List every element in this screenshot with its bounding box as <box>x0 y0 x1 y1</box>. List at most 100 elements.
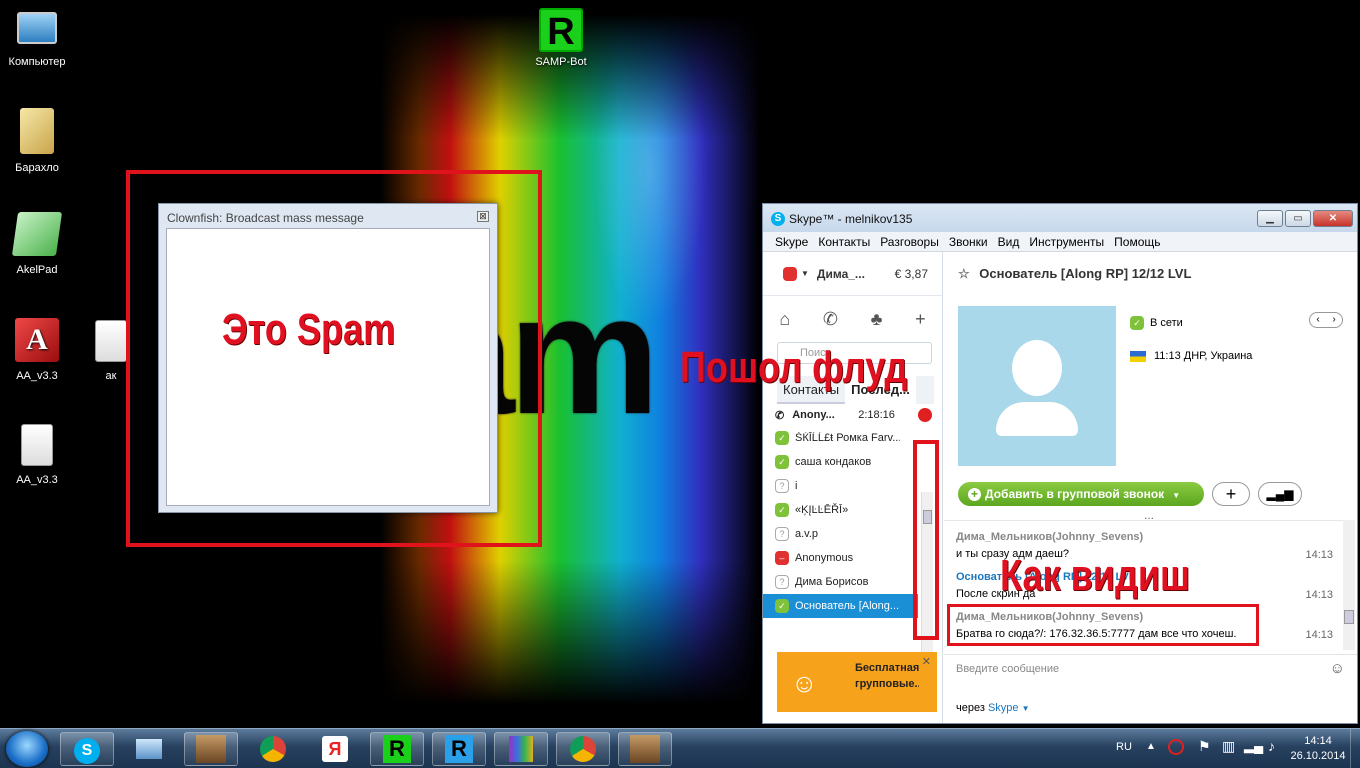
promo-banner[interactable]: ☺ Бесплатная групповые... ✕ <box>777 652 937 712</box>
list-item[interactable]: – Anonymous <box>763 546 918 570</box>
show-hidden-icons[interactable]: ▲ <box>1146 741 1156 752</box>
annotation-flood: Пошол флуд <box>680 343 908 392</box>
menu-tools[interactable]: Инструменты <box>1029 235 1104 251</box>
signal-icon[interactable]: ▂▄ <box>1244 738 1263 754</box>
maximize-button[interactable]: ▭ <box>1285 210 1311 227</box>
list-item[interactable]: ✓ «ĶĮĿĿĒŘĪ» <box>763 498 918 522</box>
presence-status: ✓ В сети <box>1130 316 1183 330</box>
chevron-left-icon[interactable]: ‹ <box>1316 313 1319 327</box>
group-video-icon: ☺ <box>791 668 818 698</box>
menu-contacts[interactable]: Контакты <box>818 235 870 251</box>
home-icon[interactable]: ⌂ <box>779 309 790 330</box>
list-item-selected[interactable]: ✓ Основатель [Along... <box>763 594 918 618</box>
menu-help[interactable]: Помощь <box>1114 235 1160 251</box>
avatar-head <box>1012 340 1062 396</box>
desktop-icon-aa-file[interactable]: AA_v3.3 <box>2 424 72 486</box>
add-to-group-call-button[interactable]: + Добавить в групповой звонок ▼ <box>958 482 1204 506</box>
language-indicator[interactable]: RU <box>1116 741 1132 753</box>
account-bar[interactable]: ▼ Дима_... € 3,87 <box>763 252 942 296</box>
taskbar-chrome-button-2[interactable] <box>556 732 610 766</box>
desktop-icon-folder[interactable]: Барахло <box>2 108 72 174</box>
volume-icon[interactable]: ♪ <box>1268 738 1275 754</box>
chevron-right-icon[interactable]: › <box>1332 313 1335 327</box>
access-app-icon: A <box>15 318 59 362</box>
taskbar-chrome-button[interactable] <box>246 732 300 766</box>
chat-panel: ☆ Основатель [Along RP] 12/12 LVL ✓ В се… <box>944 252 1357 723</box>
no-network-icon[interactable] <box>1168 739 1184 755</box>
promo-text: Бесплатная групповые... <box>855 662 919 690</box>
online-status-icon: ✓ <box>775 455 789 469</box>
show-desktop-button[interactable] <box>1350 729 1360 768</box>
dropdown-icon: ▼ <box>801 269 809 278</box>
taskbar-gta-button-2[interactable] <box>618 732 672 766</box>
phone-icon: ✆ <box>775 409 785 422</box>
taskbar-yandex-button[interactable]: Я <box>308 732 362 766</box>
dnd-status-icon: – <box>775 551 789 565</box>
send-via[interactable]: через Skype ▼ <box>956 702 1030 714</box>
list-item[interactable]: ✓ ŠЌĪĹĹ£ŧ Ромка Farv... <box>763 426 918 450</box>
online-status-icon: ✓ <box>1130 316 1144 330</box>
annotation-see: Как видиш <box>1000 551 1191 600</box>
desktop-icon-samp-bot[interactable]: R SAMP-Bot <box>526 8 596 68</box>
star-icon[interactable]: ☆ <box>958 266 970 281</box>
list-item[interactable]: ? i <box>763 474 918 498</box>
desktop-icon-akelpad[interactable]: AkelPad <box>2 212 72 276</box>
scrollbar-thumb[interactable] <box>1344 610 1354 624</box>
desktop-icon-computer[interactable]: Компьютер <box>2 8 72 68</box>
add-contact-icon[interactable]: + <box>915 309 926 330</box>
hangup-icon[interactable] <box>918 408 932 422</box>
taskbar-samp-button[interactable]: R <box>432 732 486 766</box>
desktop-icon-aa-app[interactable]: A AA_v3.3 <box>2 318 72 382</box>
gta-icon <box>630 735 660 763</box>
flag-icon[interactable]: ⚑ <box>1198 738 1211 755</box>
file-icon <box>21 424 53 466</box>
start-button[interactable] <box>6 731 48 767</box>
list-item[interactable]: ? a.v.p <box>763 522 918 546</box>
taskbar-network-button[interactable] <box>122 732 176 766</box>
menu-calls[interactable]: Звонки <box>949 235 988 251</box>
annotation-frame-message <box>947 604 1259 646</box>
chevron-down-icon: ▼ <box>1021 704 1030 713</box>
message-input[interactable]: Введите сообщение <box>944 654 1357 690</box>
taskbar: S Я R R RU ▲ ⚑ ▥ ▂▄ ♪ 14:14 26.10.2014 <box>0 728 1360 768</box>
contact-list: ✓ ŠЌĪĹĹ£ŧ Ромка Farv... ✓ саша кондаков ? i… <box>763 426 918 618</box>
annotation-frame-scrollbar <box>913 440 939 640</box>
gta-icon <box>196 735 226 763</box>
menu-skype[interactable]: Skype <box>775 235 808 251</box>
plus-icon: + <box>968 488 981 501</box>
samp-icon: R <box>445 735 473 763</box>
sidebar-toolbar: ⌂ ✆ ♣ + <box>763 296 942 342</box>
taskbar-skype-button[interactable]: S <box>60 732 114 766</box>
status-dnd-icon <box>783 266 797 281</box>
list-item[interactable]: ? Дима Борисов <box>763 570 918 594</box>
chrome-icon <box>260 736 286 762</box>
winrar-icon <box>509 736 533 762</box>
emoticon-icon[interactable]: ☺ <box>1330 660 1345 677</box>
online-status-icon: ✓ <box>775 431 789 445</box>
chat-scrollbar[interactable] <box>1343 520 1355 650</box>
recent-call-item[interactable]: ✆ Anony... 2:18:16 <box>763 404 942 426</box>
clock-date: 26.10.2014 <box>1290 750 1346 762</box>
menu-view[interactable]: Вид <box>998 235 1020 251</box>
group-icon[interactable]: ♣ <box>871 309 883 330</box>
computer-icon <box>17 12 57 44</box>
taskbar-winrar-button[interactable] <box>494 732 548 766</box>
folder-icon <box>20 108 54 154</box>
skype-icon: S <box>74 738 100 764</box>
close-icon[interactable]: ✕ <box>922 655 931 668</box>
local-time: 11:13 ДНР, Украина <box>1130 350 1252 362</box>
ukraine-flag-icon <box>1130 350 1146 362</box>
add-button[interactable]: + <box>1212 482 1250 506</box>
clock[interactable]: 14:14 26.10.2014 <box>1288 734 1348 764</box>
call-quality-button[interactable]: ▂▄▆ <box>1258 482 1302 506</box>
chat-title: Основатель [Along RP] 12/12 LVL <box>979 266 1192 281</box>
profile-nav: ‹ › <box>1309 312 1343 328</box>
taskbar-gta-button[interactable] <box>184 732 238 766</box>
minimize-button[interactable]: ▁ <box>1257 210 1283 227</box>
close-button[interactable]: ✕ <box>1313 210 1353 227</box>
network-status-icon[interactable]: ▥ <box>1222 738 1235 755</box>
list-item[interactable]: ✓ саша кондаков <box>763 450 918 474</box>
menu-conversations[interactable]: Разговоры <box>880 235 939 251</box>
phone-icon[interactable]: ✆ <box>823 309 838 330</box>
taskbar-samp-bot-button[interactable]: R <box>370 732 424 766</box>
